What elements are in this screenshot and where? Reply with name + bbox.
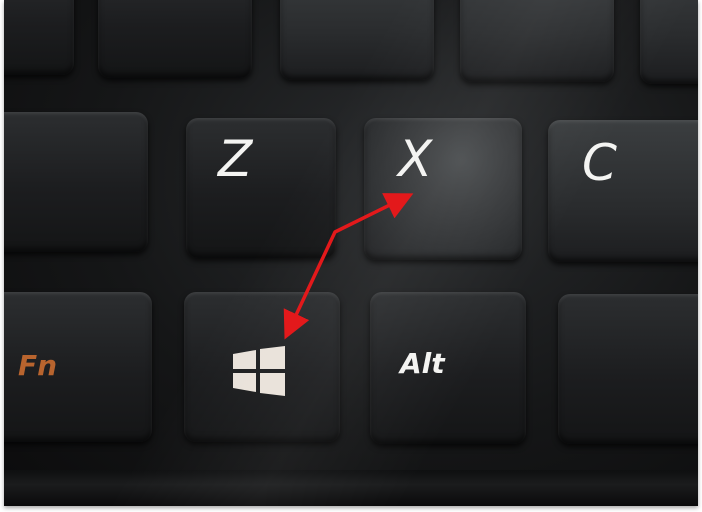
windows-logo-icon — [233, 346, 285, 396]
key-top-3 — [280, 0, 434, 80]
key-blank-right — [558, 294, 698, 444]
key-x-legend: X — [398, 130, 433, 188]
key-z-legend: Z — [218, 130, 253, 188]
key-c-legend: C — [582, 134, 617, 192]
key-top-4 — [460, 0, 614, 82]
key-fn: Fn — [4, 292, 152, 442]
keyboard-bezel — [4, 470, 698, 506]
key-alt-legend: Alt — [400, 347, 445, 380]
key-x: X — [364, 118, 522, 260]
keyboard-photo: Z X C Fn Alt — [4, 0, 698, 506]
key-top-2 — [98, 0, 252, 78]
key-c: C — [548, 120, 698, 262]
key-top-1 — [4, 0, 74, 75]
key-alt: Alt — [370, 292, 526, 444]
key-z: Z — [186, 118, 336, 258]
key-top-5 — [640, 0, 698, 84]
key-fn-legend: Fn — [18, 349, 58, 382]
key-windows — [184, 292, 340, 442]
key-blank-left — [4, 112, 148, 252]
